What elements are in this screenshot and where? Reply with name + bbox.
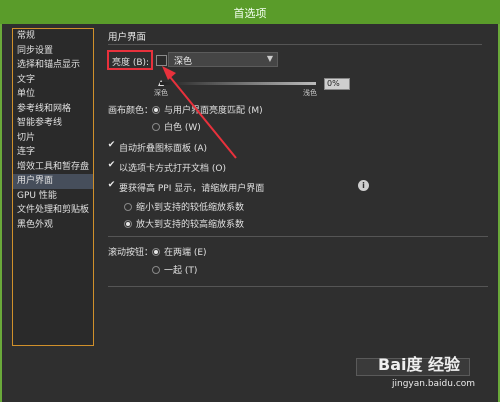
auto-collapse-label: 自动折叠图标面板 (A) <box>119 144 208 154</box>
divider <box>108 236 488 237</box>
ppi-option-larger: 放大到支持的较高缩放系数 <box>136 220 245 230</box>
scroll-buttons-label: 滚动按钮： <box>108 248 154 258</box>
sidebar-item-slices[interactable]: 切片 <box>13 131 93 146</box>
scroll-radio-both-ends[interactable] <box>152 248 160 256</box>
window-title: 首选项 <box>233 7 267 20</box>
brightness-select-value: 深色 <box>174 57 193 67</box>
open-tabs-label: 以选项卡方式打开文档 (O) <box>119 164 226 174</box>
sidebar-item-type[interactable]: 文字 <box>13 73 93 88</box>
sidebar-item-plugins-scratch[interactable]: 增效工具和暂存盘 <box>13 160 93 175</box>
window-titlebar: 首选项 <box>0 0 500 25</box>
sidebar-item-user-interface[interactable]: 用户界面 <box>13 174 93 189</box>
sidebar-item-general[interactable]: 常规 <box>13 29 93 44</box>
ppi-option-smaller: 缩小到支持的较低缩放系数 <box>136 203 245 213</box>
canvas-color-radio-match[interactable] <box>152 106 160 114</box>
brightness-select[interactable]: 深色 ▼ <box>168 52 278 67</box>
open-tabs-checkbox[interactable]: ✔ <box>107 161 116 170</box>
canvas-color-label: 画布颜色： <box>108 106 154 116</box>
brightness-value-field[interactable]: 0% <box>324 78 350 90</box>
canvas-color-option-match: 与用户界面亮度匹配 (M) <box>164 106 263 116</box>
canvas-color-option-white: 白色 (W) <box>164 123 201 133</box>
watermark-url: jingyan.baidu.com <box>392 379 476 389</box>
ppi-label: 要获得高 PPI 显示，请缩放用户界面 <box>119 184 265 194</box>
sidebar-item-selection-anchor[interactable]: 选择和锚点显示 <box>13 58 93 73</box>
brightness-label: 亮度 (B): <box>112 58 150 68</box>
preferences-sidebar: 常规 同步设置 选择和锚点显示 文字 单位 参考线和网格 智能参考线 切片 连字… <box>12 28 94 346</box>
sidebar-item-file-clipboard[interactable]: 文件处理和剪贴板 <box>13 203 93 218</box>
sidebar-item-guides-grid[interactable]: 参考线和网格 <box>13 102 93 117</box>
section-divider <box>108 44 482 45</box>
section-title: 用户界面 <box>108 32 147 43</box>
slider-label-dark: 深色 <box>154 89 168 97</box>
scroll-option-both-ends: 在两端 (E) <box>164 248 207 258</box>
sidebar-item-units[interactable]: 单位 <box>13 87 93 102</box>
canvas-color-radio-white[interactable] <box>152 123 160 131</box>
chevron-down-icon: ▼ <box>266 54 273 63</box>
sidebar-item-smart-guides[interactable]: 智能参考线 <box>13 116 93 131</box>
sidebar-item-black-appearance[interactable]: 黑色外观 <box>13 218 93 233</box>
brightness-swatch <box>156 55 167 66</box>
scroll-option-together: 一起 (T) <box>164 266 198 276</box>
brightness-slider-track[interactable] <box>160 82 316 85</box>
info-icon[interactable]: i <box>358 180 369 191</box>
watermark-brand: Bai度 经验 <box>378 355 461 374</box>
ppi-radio-smaller[interactable] <box>124 203 132 211</box>
slider-label-light: 浅色 <box>303 89 317 97</box>
ppi-radio-larger[interactable] <box>124 220 132 228</box>
sidebar-item-gpu-performance[interactable]: GPU 性能 <box>13 189 93 204</box>
auto-collapse-checkbox[interactable]: ✔ <box>107 141 116 150</box>
ppi-checkbox[interactable]: ✔ <box>107 181 116 190</box>
sidebar-item-sync-settings[interactable]: 同步设置 <box>13 44 93 59</box>
divider <box>108 286 488 287</box>
scroll-radio-together[interactable] <box>152 266 160 274</box>
sidebar-item-hyphenation[interactable]: 连字 <box>13 145 93 160</box>
